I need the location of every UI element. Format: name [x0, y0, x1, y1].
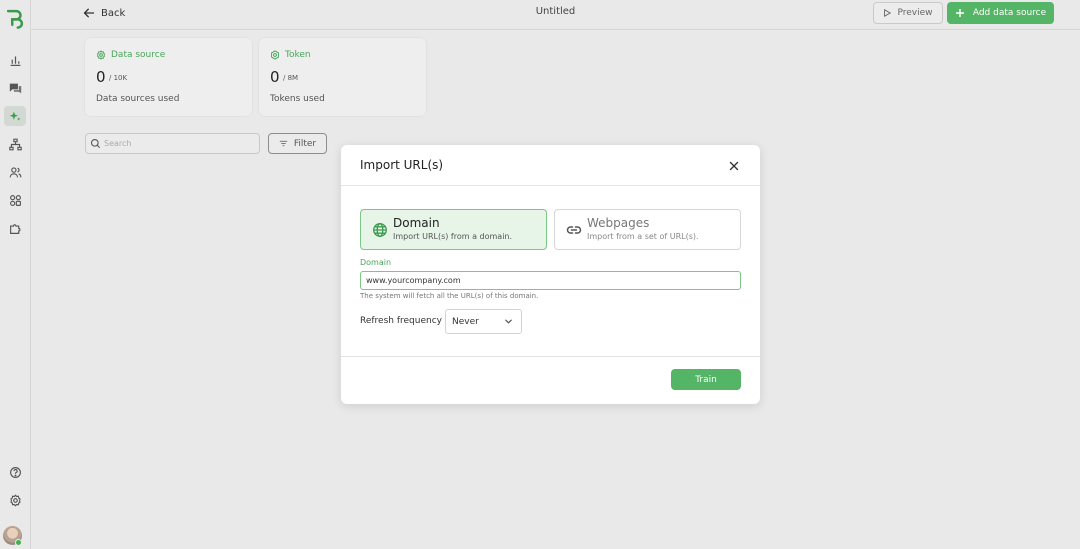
- search-icon: [90, 138, 101, 149]
- apps-icon[interactable]: [4, 190, 26, 210]
- token-limit: / 8M: [283, 74, 299, 82]
- refresh-frequency-value: Never: [452, 316, 479, 327]
- token-card: Token 0 / 8M Tokens used: [259, 38, 426, 116]
- domain-input[interactable]: [360, 271, 741, 290]
- token-count: 0: [270, 68, 280, 86]
- data-source-heading: Data source: [96, 50, 165, 60]
- top-bar: Back Untitled Preview Add data source: [31, 0, 1080, 30]
- add-data-source-label: Add data source: [972, 8, 1047, 18]
- users-icon[interactable]: [4, 162, 26, 182]
- link-icon: [566, 226, 582, 234]
- sparkle-icon[interactable]: [4, 106, 26, 126]
- online-status-dot: [15, 539, 22, 546]
- data-source-limit: / 10K: [109, 74, 128, 82]
- close-icon: [729, 161, 739, 171]
- filter-label: Filter: [293, 138, 317, 149]
- preview-button[interactable]: Preview: [873, 2, 943, 24]
- webpages-option[interactable]: Webpages Import from a set of URL(s).: [554, 209, 741, 250]
- domain-option-description: Import URL(s) from a domain.: [393, 232, 513, 241]
- sitemap-icon[interactable]: [4, 134, 26, 154]
- modal-header-divider: [341, 185, 760, 186]
- help-icon[interactable]: [4, 462, 26, 482]
- token-label: Token: [285, 50, 311, 60]
- arrow-left-icon: [83, 8, 95, 18]
- modal-title: Import URL(s): [360, 158, 444, 172]
- data-source-count: 0: [96, 68, 106, 86]
- webpages-option-description: Import from a set of URL(s).: [587, 232, 699, 241]
- train-button[interactable]: Train: [671, 369, 741, 390]
- chevron-down-icon: [505, 319, 512, 324]
- data-source-card: Data source 0 / 10K Data sources used: [85, 38, 252, 116]
- play-icon: [884, 9, 892, 17]
- search-input[interactable]: [104, 139, 254, 148]
- modal-footer-divider: [341, 356, 760, 357]
- chat-icon[interactable]: [4, 78, 26, 98]
- globe-icon: [373, 223, 387, 237]
- refresh-frequency-label: Refresh frequency: [360, 316, 442, 326]
- data-source-caption: Data sources used: [96, 94, 180, 104]
- refresh-frequency-select[interactable]: Never: [445, 309, 522, 334]
- close-button[interactable]: [724, 158, 744, 174]
- sidebar: [0, 0, 31, 549]
- gear-icon: [97, 50, 105, 60]
- search-box: [85, 133, 260, 154]
- plus-icon: [955, 9, 964, 17]
- puzzle-icon[interactable]: [4, 218, 26, 238]
- data-source-label: Data source: [111, 50, 166, 60]
- bar-chart-icon[interactable]: [4, 50, 26, 70]
- back-label: Back: [101, 7, 126, 19]
- back-button[interactable]: Back: [83, 5, 125, 21]
- preview-label: Preview: [897, 8, 933, 18]
- domain-option[interactable]: Domain Import URL(s) from a domain.: [360, 209, 547, 250]
- domain-field-label: Domain: [360, 258, 392, 267]
- app-logo-icon[interactable]: [4, 9, 26, 29]
- token-icon: [271, 50, 279, 60]
- settings-icon[interactable]: [4, 490, 26, 510]
- webpages-option-title: Webpages: [587, 216, 650, 230]
- token-caption: Tokens used: [270, 94, 325, 104]
- import-urls-modal: Import URL(s) Domain Import URL(s) from …: [341, 145, 760, 404]
- token-heading: Token: [270, 50, 311, 60]
- domain-option-title: Domain: [393, 216, 440, 230]
- domain-hint: The system will fetch all the URL(s) of …: [360, 292, 539, 300]
- add-data-source-button[interactable]: Add data source: [947, 2, 1054, 24]
- filter-button[interactable]: Filter: [268, 133, 327, 154]
- filter-icon: [279, 140, 288, 147]
